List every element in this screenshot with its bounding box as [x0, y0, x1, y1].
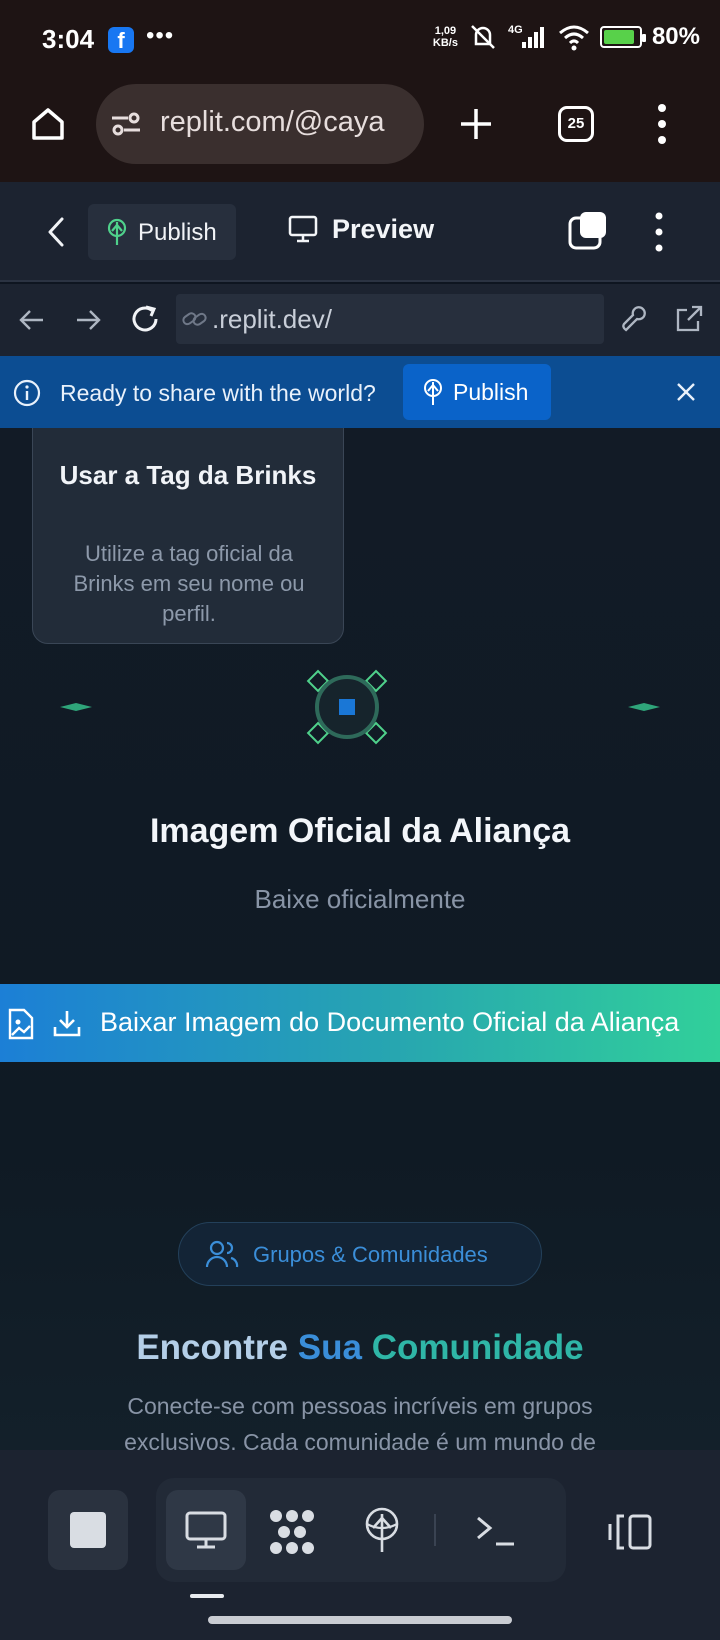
- terminal-icon[interactable]: [474, 1514, 518, 1548]
- preview-url-input[interactable]: .replit.dev/: [176, 294, 604, 344]
- preview-label: Preview: [332, 214, 435, 244]
- heading-word-2: Sua: [297, 1328, 362, 1367]
- site-settings-icon[interactable]: [110, 110, 142, 138]
- stop-icon: [70, 1512, 106, 1548]
- card-title: Usar a Tag da Brinks: [59, 460, 317, 490]
- toolbar-divider: [434, 1514, 436, 1546]
- section-title: Imagem Oficial da Aliança: [149, 812, 571, 850]
- nav-back-icon[interactable]: [18, 306, 46, 334]
- browser-toolbar: replit.com/@caya 25: [0, 82, 720, 182]
- banner-publish-icon: [424, 379, 442, 405]
- info-icon: [13, 379, 41, 407]
- reload-icon[interactable]: [128, 302, 162, 336]
- groups-communities-pill: Grupos & Comunidades: [178, 1222, 542, 1286]
- status-bar: 3:04 f ••• 1,09 KB/s 4G 80%: [0, 0, 720, 82]
- image-file-icon: [8, 1008, 34, 1040]
- battery-icon: [599, 26, 646, 48]
- multi-window-icon[interactable]: [568, 210, 608, 252]
- network-speed-unit: KB/s: [432, 37, 458, 49]
- facebook-notification-icon: f: [108, 27, 134, 53]
- community-heading: Encontre Sua Comunidade: [0, 1328, 720, 1368]
- back-chevron-icon[interactable]: [44, 216, 68, 248]
- download-button-label: Baixar Imagem do Documento Oficial da Al…: [100, 1007, 680, 1037]
- section-subtitle: Baixe oficialmente: [254, 884, 466, 914]
- open-external-icon[interactable]: [674, 304, 704, 334]
- battery-percent: 80%: [651, 23, 700, 50]
- more-notifications-icon: •••: [146, 22, 175, 49]
- nav-forward-icon[interactable]: [74, 306, 102, 334]
- banner-message: Ready to share with the world?: [60, 380, 376, 406]
- publish-label: Publish: [138, 219, 217, 246]
- replit-bottom-toolbar: [0, 1450, 720, 1640]
- nav-dash: [190, 1594, 224, 1598]
- heading-word-3: Comunidade: [371, 1328, 584, 1367]
- browser-url-text: replit.com/@caya: [160, 106, 385, 138]
- preview-page: Usar a Tag da Brinks Utilize a tag ofici…: [0, 428, 720, 1450]
- users-icon: [205, 1240, 239, 1268]
- publish-button[interactable]: Publish: [88, 204, 236, 260]
- devtools-wrench-icon[interactable]: [620, 304, 650, 334]
- browser-menu-icon[interactable]: [654, 102, 670, 146]
- tab-switcher-button[interactable]: 25: [558, 106, 594, 142]
- community-paragraph: Conecte-se com pessoas incríveis em grup…: [124, 1393, 596, 1450]
- browser-url-bar[interactable]: replit.com/@caya: [96, 84, 424, 164]
- monitor-icon: [288, 215, 318, 243]
- new-tab-icon[interactable]: [456, 104, 496, 144]
- download-icon: [53, 1011, 81, 1037]
- battery-fill: [603, 30, 635, 44]
- publish-icon: [107, 218, 127, 245]
- preview-tool-button[interactable]: [166, 1490, 246, 1570]
- ornament-divider: [56, 669, 664, 745]
- status-time: 3:04: [42, 24, 95, 54]
- banner-publish-label: Publish: [453, 379, 529, 405]
- network-speed-value: 1,09: [434, 25, 457, 37]
- status-icons: 1,09 KB/s 4G 80%: [433, 22, 700, 52]
- replit-menu-icon[interactable]: [652, 210, 666, 254]
- mute-icon: [471, 25, 495, 49]
- home-indicator[interactable]: [208, 1616, 512, 1624]
- wifi-icon: [558, 25, 589, 51]
- network-type-label: 4G: [508, 24, 523, 36]
- stop-button[interactable]: [48, 1490, 128, 1570]
- close-icon[interactable]: [672, 378, 700, 406]
- pill-label: Grupos & Comunidades: [253, 1242, 488, 1267]
- home-icon[interactable]: [28, 104, 68, 144]
- signal-icon: 4G: [508, 24, 544, 48]
- replit-header: Publish Preview: [0, 182, 720, 282]
- link-icon: [182, 312, 207, 326]
- preview-address-row: .replit.dev/: [0, 284, 720, 356]
- tool-group: [156, 1478, 566, 1582]
- download-official-image-button[interactable]: Baixar Imagem do Documento Oficial da Al…: [0, 984, 720, 1062]
- card-description: Utilize a tag oficial da Brinks em seu n…: [73, 541, 305, 626]
- network-speed: 1,09 KB/s: [433, 25, 458, 49]
- monitor-icon: [185, 1511, 227, 1549]
- deploy-icon[interactable]: [362, 1506, 402, 1554]
- preview-url-text: .replit.dev/: [212, 304, 332, 334]
- brinks-tag-card: Usar a Tag da Brinks Utilize a tag ofici…: [32, 428, 344, 644]
- heading-word-1: Encontre: [136, 1328, 289, 1367]
- banner-publish-button[interactable]: Publish: [403, 364, 551, 420]
- agent-icon[interactable]: [268, 1508, 316, 1556]
- publish-banner: Ready to share with the world? Publish: [0, 356, 720, 428]
- panels-icon[interactable]: [606, 1512, 656, 1552]
